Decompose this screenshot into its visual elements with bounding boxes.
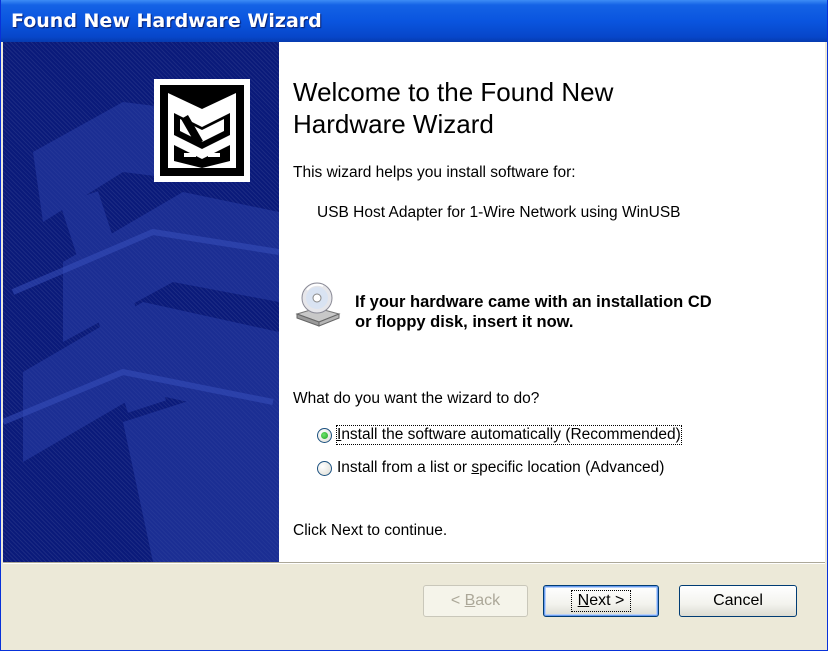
page-title-line2: Hardware Wizard [293,109,494,139]
page-title-line1: Welcome to the Found New [293,77,614,107]
option-install-from-list-label[interactable]: Install from a list or specific location… [337,459,664,477]
page-title: Welcome to the Found New Hardware Wizard [293,76,793,140]
option-install-automatically[interactable]: Install the software automatically (Reco… [317,423,682,447]
wizard-main-panel: Welcome to the Found New Hardware Wizard… [279,42,825,562]
intro-text: This wizard helps you install software f… [293,164,576,181]
insert-media-line2: or floppy disk, insert it now. [355,313,574,331]
cancel-button[interactable]: Cancel [679,585,797,617]
cd-drive-icon [293,280,341,328]
title-bar[interactable]: Found New Hardware Wizard [1,0,827,42]
back-button[interactable]: < Back [423,585,528,617]
radio-selected-dot [321,431,328,439]
device-name: USB Host Adapter for 1-Wire Network usin… [317,204,681,221]
radio-install-automatically[interactable] [317,427,332,443]
option-install-automatically-label[interactable]: Install the software automatically (Reco… [336,425,682,445]
insert-media-line1: If your hardware came with an installati… [355,293,712,311]
wizard-content: Welcome to the Found New Hardware Wizard… [3,42,825,562]
window-title: Found New Hardware Wizard [11,10,322,32]
option-install-from-list[interactable]: Install from a list or specific location… [317,456,664,480]
next-button[interactable]: Next > [543,585,659,617]
radio-install-from-list[interactable] [317,460,332,476]
wizard-window: Found New Hardware Wizard Welcome to the… [0,0,828,651]
hardware-box-icon [154,79,250,182]
wizard-sidebar-banner [3,42,279,562]
continue-instruction: Click Next to continue. [293,522,448,539]
wizard-question: What do you want the wizard to do? [293,390,540,407]
button-bar: < Back Next > Cancel [3,562,825,650]
insert-media-instruction: If your hardware came with an installati… [355,292,815,332]
